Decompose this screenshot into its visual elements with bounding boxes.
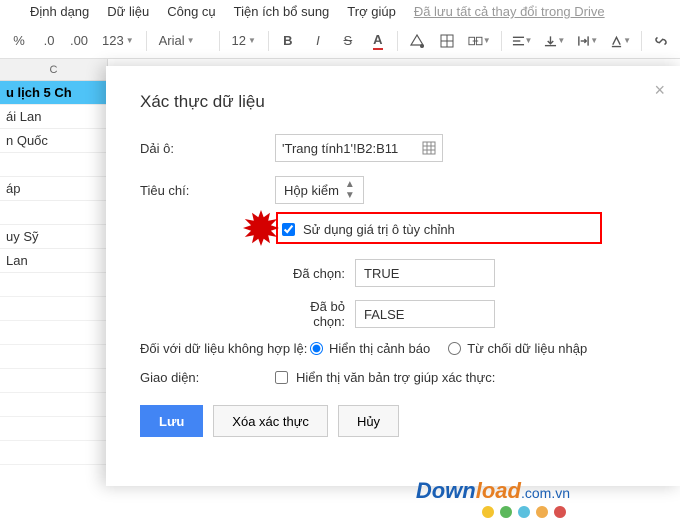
text-wrap-button[interactable]: ▼ <box>573 28 602 54</box>
decorative-dot <box>500 506 512 518</box>
fill-color-button[interactable] <box>404 28 430 54</box>
strikethrough-button[interactable]: S <box>335 28 361 54</box>
show-warning-radio[interactable]: Hiển thị cảnh báo <box>310 341 430 356</box>
decorative-dot <box>554 506 566 518</box>
checked-value-input[interactable] <box>355 259 495 287</box>
text-color-button[interactable]: A <box>365 28 391 54</box>
number-format-dropdown[interactable]: 123▼ <box>96 33 140 48</box>
cell[interactable]: áp <box>0 177 108 201</box>
reject-input-radio[interactable]: Từ chối dữ liệu nhập <box>448 341 587 356</box>
menu-addons[interactable]: Tiện ích bổ sung <box>234 4 330 19</box>
text-rotation-button[interactable]: ▼ <box>606 28 635 54</box>
unchecked-value-label: Đã bỏ chọn: <box>275 299 355 329</box>
merge-cells-button[interactable]: ▼ <box>464 28 495 54</box>
menu-help[interactable]: Trợ giúp <box>347 4 396 19</box>
decorative-dot <box>482 506 494 518</box>
criteria-label: Tiêu chí: <box>140 183 275 198</box>
menu-format[interactable]: Định dạng <box>30 4 89 19</box>
cell[interactable] <box>0 153 108 177</box>
decorative-dot <box>536 506 548 518</box>
insert-link-button[interactable] <box>648 28 674 54</box>
on-invalid-label: Đối với dữ liệu không hợp lệ: <box>140 341 310 356</box>
cell[interactable]: Lan <box>0 249 108 273</box>
watermark-logo: Download.com.vn <box>416 478 570 504</box>
cell[interactable]: ái Lan <box>0 105 108 129</box>
toolbar: % .0 .00 123▼ Arial▼ 12▼ B I S A ▼ ▼ ▼ ▼… <box>0 23 680 59</box>
menu-data[interactable]: Dữ liệu <box>107 4 149 19</box>
decorative-dot <box>518 506 530 518</box>
select-range-icon[interactable] <box>422 141 436 155</box>
decrease-decimal-button[interactable]: .0 <box>36 28 62 54</box>
borders-button[interactable] <box>434 28 460 54</box>
save-status: Đã lưu tất cả thay đổi trong Drive <box>414 4 605 19</box>
remove-validation-button[interactable]: Xóa xác thực <box>213 405 328 437</box>
annotation-starburst-icon <box>243 210 279 246</box>
data-validation-dialog: × Xác thực dữ liệu Dải ô: 'Trang tính1'!… <box>106 66 680 486</box>
appearance-label: Giao diện: <box>140 370 275 385</box>
cancel-button[interactable]: Hủy <box>338 405 399 437</box>
font-size-dropdown[interactable]: 12▼ <box>226 33 262 48</box>
font-family-dropdown[interactable]: Arial▼ <box>153 33 213 48</box>
close-icon[interactable]: × <box>654 80 665 101</box>
cell[interactable] <box>0 201 108 225</box>
use-custom-values-label: Sử dụng giá trị ô tùy chỉnh <box>303 222 455 237</box>
format-percent-button[interactable]: % <box>6 28 32 54</box>
vertical-align-button[interactable]: ▼ <box>540 28 569 54</box>
save-button[interactable]: Lưu <box>140 405 203 437</box>
unchecked-value-input[interactable] <box>355 300 495 328</box>
menu-bar: Định dạng Dữ liệu Công cụ Tiện ích bổ su… <box>0 0 680 23</box>
cell[interactable]: u lịch 5 Ch <box>0 81 108 105</box>
horizontal-align-button[interactable]: ▼ <box>508 28 537 54</box>
dropdown-arrows-icon: ▲▼ <box>345 179 355 201</box>
increase-decimal-button[interactable]: .00 <box>66 28 92 54</box>
show-help-text-checkbox[interactable]: Hiển thị văn bản trợ giúp xác thực: <box>275 370 495 385</box>
watermark-dots <box>482 506 566 518</box>
italic-button[interactable]: I <box>305 28 331 54</box>
cell[interactable]: n Quốc <box>0 129 108 153</box>
dialog-title: Xác thực dữ liệu <box>140 92 655 112</box>
column-header-c[interactable]: C <box>0 59 108 81</box>
menu-tools[interactable]: Công cụ <box>167 4 215 19</box>
cell[interactable]: uy Sỹ <box>0 225 108 249</box>
column-c-cells: u lịch 5 Chái Lann Quốc áp uy SỹLan <box>0 81 108 273</box>
cell-range-input[interactable]: 'Trang tính1'!B2:B11 <box>275 134 443 162</box>
bold-button[interactable]: B <box>275 28 301 54</box>
use-custom-values-checkbox[interactable] <box>282 223 295 236</box>
criteria-dropdown[interactable]: Hộp kiểm ▲▼ <box>275 176 364 204</box>
cell-range-label: Dải ô: <box>140 141 275 156</box>
checked-value-label: Đã chọn: <box>275 266 355 281</box>
